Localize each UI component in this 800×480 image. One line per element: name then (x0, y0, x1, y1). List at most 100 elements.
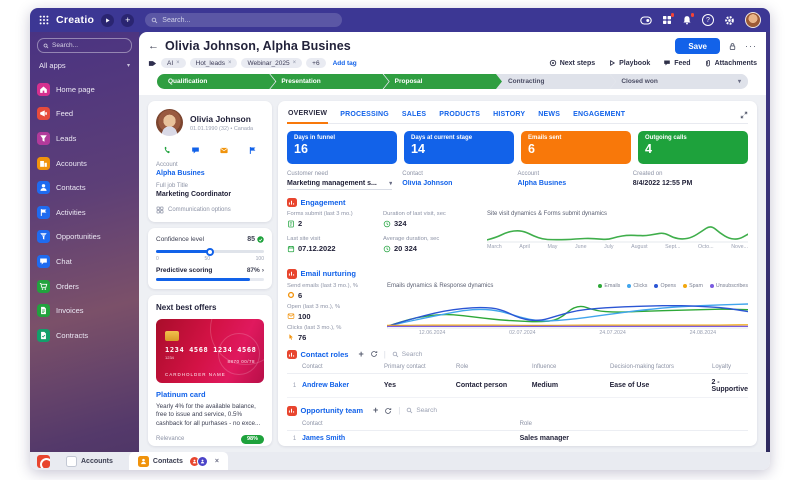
communication-options[interactable]: Communication options (156, 206, 264, 214)
tab-news[interactable]: NEWS (537, 108, 561, 123)
search-icon (152, 17, 158, 23)
table-search[interactable]: Search (406, 407, 437, 414)
taskbar-tab-accounts[interactable]: Accounts (57, 454, 122, 469)
customer-need-field[interactable]: Customer need Marketing management s... ▾ (287, 171, 402, 190)
legend-item: Emails (598, 283, 620, 289)
play-button[interactable] (101, 13, 115, 27)
all-apps-selector[interactable]: All apps ▾ (39, 61, 130, 70)
offer-link[interactable]: Platinum card (156, 390, 264, 399)
sidebar-item-orders[interactable]: Orders (37, 274, 132, 299)
global-search-placeholder: Search... (162, 16, 191, 24)
sidebar-item-leads[interactable]: Leads (37, 126, 132, 151)
metric-click-rate: Clicks (last 3 mo.), % 76 (287, 324, 342, 342)
sidebar-item-contracts[interactable]: Contracts (37, 323, 132, 348)
cursor-icon (289, 334, 293, 340)
refresh-button[interactable] (384, 407, 392, 415)
stage-qualification[interactable]: Qualification (157, 74, 275, 89)
tab-overview[interactable]: OVERVIEW (287, 107, 329, 124)
tab-products[interactable]: PRODUCTS (438, 108, 481, 123)
contact-link[interactable]: Olivia Johnson (402, 180, 452, 187)
remove-tag-icon[interactable]: × (176, 60, 180, 66)
cti-phone-button[interactable] (640, 15, 652, 25)
settings-button[interactable] (724, 15, 735, 26)
sidebar-item-chat[interactable]: Chat (37, 249, 132, 274)
next-steps-button[interactable]: Next steps (549, 59, 595, 67)
add-row-button[interactable]: + (373, 406, 378, 415)
email-dynamics-chart: Emails dynamics & Response dynamics Emai… (387, 283, 748, 342)
attachments-button[interactable]: Attachments (704, 59, 757, 67)
taskbar-tab-contacts[interactable]: Contacts × (128, 452, 228, 470)
tag-pill[interactable]: Webinar_2025 × (241, 58, 303, 68)
email-nurturing-title[interactable]: Email nurturing (301, 269, 356, 278)
lock-button[interactable] (728, 42, 737, 51)
app-launcher-button[interactable] (662, 13, 674, 25)
remove-tag-icon[interactable]: × (228, 60, 232, 66)
back-button[interactable]: ← (148, 40, 159, 52)
remove-tag-icon[interactable]: × (293, 60, 297, 66)
predictive-scoring-link[interactable]: 87% › (247, 267, 264, 274)
account-link[interactable]: Alpha Busines (156, 170, 264, 177)
refresh-button[interactable] (370, 350, 378, 358)
table-row[interactable]: 1 Andrew Baker Yes Contact person Medium… (287, 374, 748, 398)
sidebar-item-opportunities[interactable]: Opportunities (37, 225, 132, 250)
follow-button[interactable] (244, 144, 261, 156)
help-button[interactable]: ? (702, 14, 714, 26)
tab-sales[interactable]: SALES (401, 108, 427, 123)
job-title-label: Full job Title (156, 183, 189, 189)
sidebar-item-feed[interactable]: Feed (37, 102, 132, 127)
call-button[interactable] (159, 144, 176, 156)
playbook-button[interactable]: Playbook (608, 59, 650, 67)
stage-closed-won[interactable]: Closed won ▾ (610, 74, 748, 89)
stage-presentation[interactable]: Presentation (270, 74, 388, 89)
more-tags-pill[interactable]: +6 (306, 58, 326, 68)
account-link[interactable]: Alpha Busines (518, 180, 567, 187)
sidebar-item-home-page[interactable]: Home page (37, 77, 132, 102)
contact-link[interactable]: James Smith (302, 435, 520, 442)
contact-photo[interactable] (156, 109, 183, 136)
chart-x-axis: 12.06.2024 02.07.2024 24.07.2024 24.08.2024 (387, 330, 748, 336)
sidebar-item-activities[interactable]: Activities (37, 200, 132, 225)
tag-pill[interactable]: Hot_leads × (189, 58, 238, 68)
save-button[interactable]: Save (675, 38, 720, 54)
slider-handle[interactable] (206, 247, 214, 256)
clock-icon (383, 245, 391, 252)
chat-button[interactable] (187, 144, 204, 156)
sidebar-search-input[interactable]: Search... (37, 38, 132, 53)
sidebar-item-accounts[interactable]: Accounts (37, 151, 132, 176)
tab-engagement[interactable]: ENGAGEMENT (572, 108, 626, 123)
tags-icon[interactable] (148, 59, 157, 68)
engagement-title[interactable]: Engagement (301, 198, 346, 207)
feed-button[interactable]: Feed (663, 59, 691, 67)
email-nurturing-section-header: Email nurturing (287, 269, 748, 279)
tab-history[interactable]: HISTORY (492, 108, 526, 123)
notifications-button[interactable] (682, 13, 694, 25)
global-search-input[interactable]: Search... (145, 13, 343, 27)
sidebar-item-contacts[interactable]: Contacts (37, 175, 132, 200)
more-options-icon[interactable]: ··· (745, 41, 757, 51)
metric-open-rate: Open (last 3 mo.), % 100 (287, 303, 341, 321)
funnel-icon (37, 131, 50, 145)
stage-dropdown-icon[interactable]: ▾ (738, 78, 741, 85)
sidebar-item-invoices[interactable]: Invoices (37, 298, 132, 323)
user-avatar[interactable] (745, 12, 761, 28)
confidence-slider[interactable] (156, 247, 264, 256)
contact-roles-title[interactable]: Contact roles (301, 350, 349, 359)
apps-grid-icon[interactable] (39, 15, 49, 25)
contact-link[interactable]: Andrew Baker (302, 382, 384, 389)
contact-quick-actions (159, 144, 261, 156)
add-button[interactable]: + (121, 13, 135, 27)
close-tab-icon[interactable]: × (215, 458, 219, 465)
add-tag-button[interactable]: Add tag (333, 60, 357, 67)
email-button[interactable] (216, 144, 233, 156)
expand-button[interactable] (740, 111, 748, 119)
add-row-button[interactable]: + (358, 349, 363, 359)
tab-processing[interactable]: PROCESSING (339, 108, 390, 123)
table-search[interactable]: Search (392, 351, 422, 358)
tag-pill[interactable]: AI × (161, 58, 186, 68)
table-row[interactable]: 1 James Smith Sales manager (287, 431, 748, 447)
creatio-tile-icon[interactable] (37, 454, 50, 468)
opportunity-team-title[interactable]: Opportunity team (301, 406, 364, 415)
stage-contracting[interactable]: Contracting (497, 74, 615, 89)
stage-proposal[interactable]: Proposal (384, 74, 502, 89)
accounts-tab-icon (66, 455, 77, 467)
